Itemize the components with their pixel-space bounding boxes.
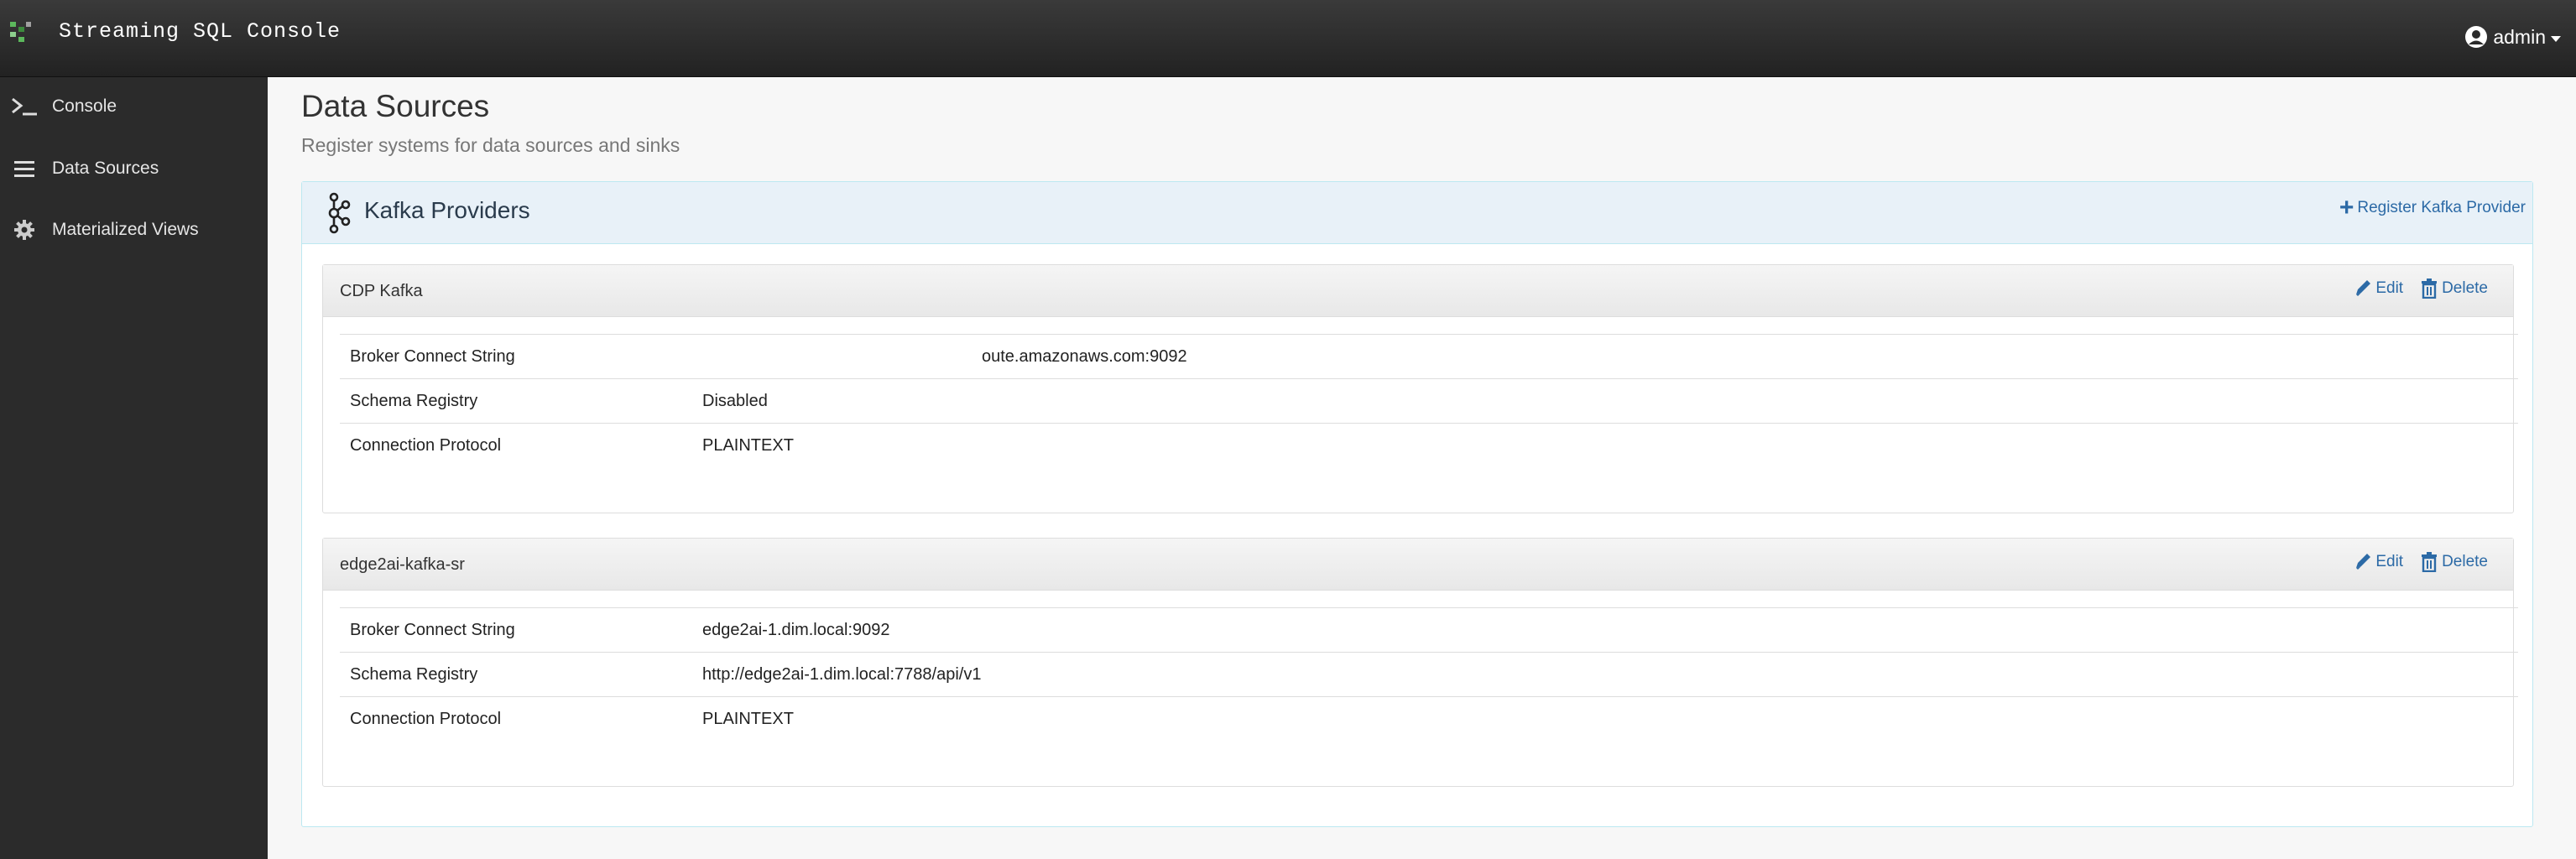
provider-card-header: edge2ai-kafka-sr Edit Delete — [323, 539, 2513, 591]
delete-button[interactable]: Delete — [2420, 279, 2488, 299]
detail-key: Broker Connect String — [340, 607, 702, 653]
panel-title: Kafka Providers — [364, 197, 530, 223]
list-icon — [10, 156, 39, 181]
user-menu[interactable]: admin — [2464, 25, 2561, 49]
register-kafka-provider-button[interactable]: + Register Kafka Provider — [2339, 195, 2526, 221]
panel-heading: Kafka Providers + Register Kafka Provide… — [302, 182, 2532, 244]
detail-value: http://edge2ai-1.dim.local:7788/api/v1 — [702, 652, 2518, 697]
detail-value: PLAINTEXT — [702, 696, 2518, 742]
brand[interactable]: Streaming SQL Console — [8, 18, 341, 44]
detail-value: PLAINTEXT — [702, 423, 2518, 468]
edit-label: Edit — [2375, 279, 2404, 297]
detail-value: Disabled — [702, 378, 2518, 424]
detail-value: edge2ai-1.dim.local:9092 — [702, 607, 2518, 653]
table-row: Schema Registry http://edge2ai-1.dim.loc… — [340, 652, 2518, 697]
kafka-providers-panel: Kafka Providers + Register Kafka Provide… — [301, 181, 2533, 827]
main-content: Data Sources Register systems for data s… — [268, 77, 2576, 859]
provider-details-table: Broker Connect String oute.amazonaws.com… — [340, 334, 2518, 468]
trash-icon — [2422, 279, 2438, 299]
detail-key: Schema Registry — [340, 378, 702, 424]
terminal-icon — [10, 94, 39, 119]
user-name: admin — [2493, 25, 2546, 48]
detail-value: oute.amazonaws.com:9092 — [982, 346, 1187, 366]
delete-label: Delete — [2442, 279, 2488, 297]
sidebar-item-console[interactable]: Console — [0, 77, 268, 136]
sidebar-item-data-sources[interactable]: Data Sources — [0, 139, 268, 198]
sidebar-item-label: Data Sources — [52, 159, 159, 178]
page-subtitle: Register systems for data sources and si… — [301, 134, 681, 156]
delete-label: Delete — [2442, 553, 2488, 570]
table-row: Connection Protocol PLAINTEXT — [340, 423, 2518, 468]
provider-card-header: CDP Kafka Edit Delete — [323, 265, 2513, 317]
detail-key: Connection Protocol — [340, 696, 702, 742]
kafka-icon — [328, 192, 351, 234]
provider-details-table: Broker Connect String edge2ai-1.dim.loca… — [340, 607, 2518, 742]
table-row: Schema Registry Disabled — [340, 378, 2518, 424]
user-icon — [2465, 26, 2488, 48]
detail-key: Broker Connect String — [340, 334, 702, 379]
sidebar-item-label: Materialized Views — [52, 220, 199, 239]
table-row: Connection Protocol PLAINTEXT — [340, 696, 2518, 742]
provider-card: edge2ai-kafka-sr Edit Delete Broker Conn… — [322, 538, 2518, 787]
page-title: Data Sources — [301, 89, 490, 123]
chevron-down-icon — [2551, 35, 2561, 42]
edit-button[interactable]: Edit — [2354, 279, 2403, 299]
provider-actions: Edit Delete — [2337, 279, 2488, 299]
app-title: Streaming SQL Console — [59, 18, 342, 44]
edit-label: Edit — [2375, 553, 2404, 570]
edit-button[interactable]: Edit — [2354, 552, 2403, 572]
table-row: Broker Connect String oute.amazonaws.com… — [340, 334, 2518, 379]
pencil-icon — [2356, 280, 2371, 296]
gear-icon — [10, 217, 39, 242]
detail-key: Schema Registry — [340, 652, 702, 697]
table-row: Broker Connect String edge2ai-1.dim.loca… — [340, 607, 2518, 653]
provider-name: CDP Kafka — [340, 282, 423, 300]
sidebar: Console Data Sources Materialized Views — [0, 77, 268, 859]
sidebar-item-label: Console — [52, 96, 117, 116]
app-logo-icon — [10, 22, 31, 42]
sidebar-item-materialized-views[interactable]: Materialized Views — [0, 200, 268, 259]
provider-actions: Edit Delete — [2337, 552, 2488, 572]
delete-button[interactable]: Delete — [2420, 552, 2488, 572]
detail-key: Connection Protocol — [340, 423, 702, 468]
register-label: Register Kafka Provider — [2357, 199, 2526, 216]
provider-card: CDP Kafka Edit Delete Broker Connect Str… — [322, 264, 2518, 513]
top-navbar: Streaming SQL Console admin — [0, 0, 2576, 77]
detail-value-cell: oute.amazonaws.com:9092 — [702, 334, 2518, 379]
plus-icon: + — [2339, 194, 2354, 221]
trash-icon — [2422, 552, 2438, 572]
pencil-icon — [2356, 554, 2371, 570]
provider-name: edge2ai-kafka-sr — [340, 555, 465, 574]
